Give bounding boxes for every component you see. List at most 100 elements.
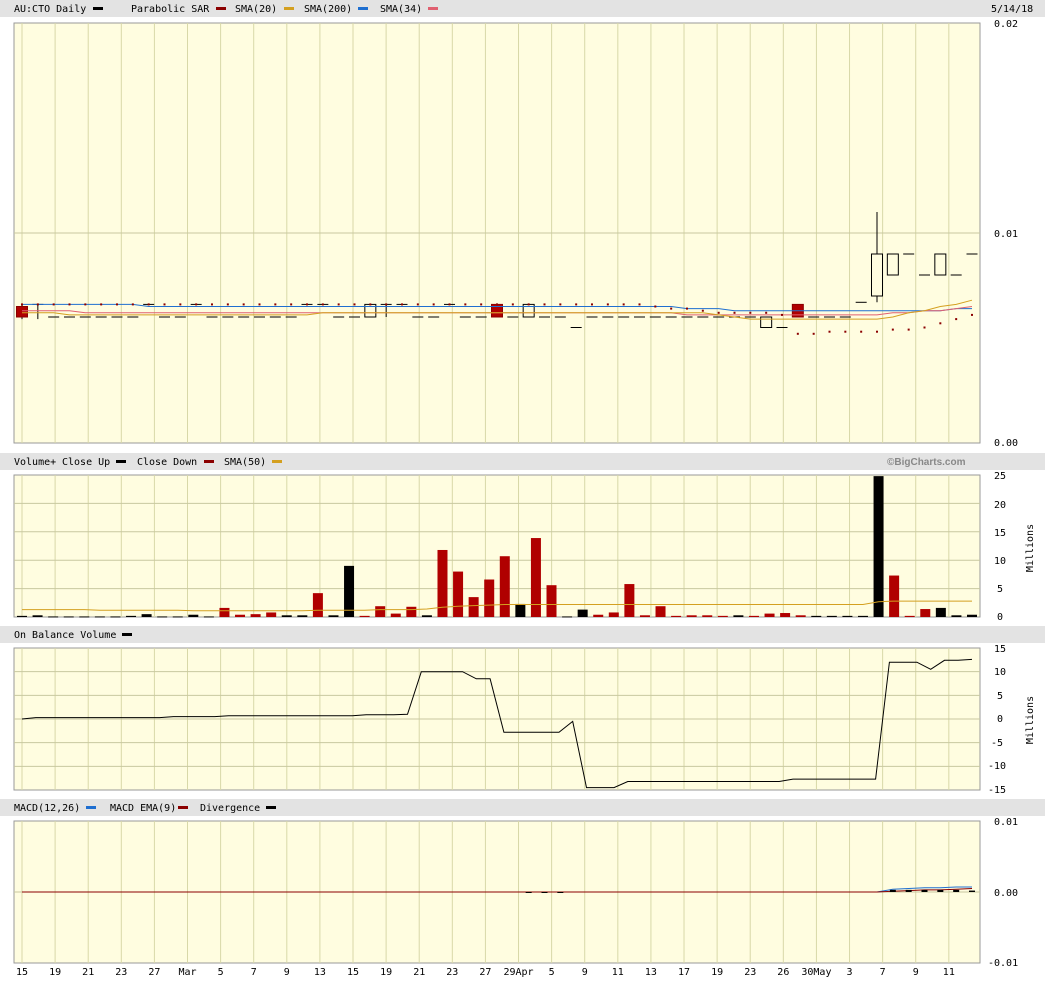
legend-sma20-swatch xyxy=(284,7,294,10)
sar-dot xyxy=(496,303,498,306)
volume-bar-down xyxy=(359,615,370,617)
x-tick-label: 9 xyxy=(913,967,919,978)
sar-dot xyxy=(907,328,910,331)
x-tick-label: 21 xyxy=(82,967,94,978)
volume-bar-up xyxy=(328,615,339,617)
volume-bar-down xyxy=(904,615,915,617)
candle-up xyxy=(886,253,899,276)
volume-bar-up xyxy=(577,609,588,617)
obv-ytick-10: 10 xyxy=(994,667,1006,678)
vol-ytick-25: 25 xyxy=(994,471,1006,482)
volume-bar-up xyxy=(281,615,292,617)
volume-bar-down xyxy=(608,612,619,617)
sar-dot xyxy=(844,330,847,333)
obv-ytick-5: 5 xyxy=(997,691,1003,702)
volume-bar-up xyxy=(157,616,168,618)
sar-dot xyxy=(369,303,372,306)
sar-dot xyxy=(955,318,958,321)
candle-up xyxy=(934,253,947,276)
vol-legend-closeup-label: Close Up xyxy=(62,457,110,468)
sar-dot xyxy=(622,303,625,306)
bigcharts-credit: ©BigCharts.com xyxy=(887,457,966,468)
price-ytick-2: 0.00 xyxy=(994,438,1018,449)
divergence-legend-label: Divergence xyxy=(200,803,260,814)
volume-bar-down xyxy=(312,593,323,617)
sar-dot xyxy=(717,311,720,314)
x-tick-label: Mar xyxy=(178,967,196,978)
obv-unit-label: Millions xyxy=(1025,696,1036,744)
vol-legend-sma50-swatch xyxy=(272,460,282,463)
volume-bar-down xyxy=(250,614,261,617)
legend-sma200-label: SMA(200) xyxy=(304,4,352,15)
volume-bar-down xyxy=(920,609,931,617)
sar-dot xyxy=(36,303,39,306)
sar-dot xyxy=(163,303,166,306)
sar-dot xyxy=(654,305,657,308)
sar-dot xyxy=(733,311,736,314)
sar-dot xyxy=(337,303,340,306)
volume-bar-up xyxy=(935,607,946,617)
sar-dot xyxy=(68,303,71,306)
x-tick-label: 19 xyxy=(380,967,392,978)
volume-bar-down xyxy=(266,612,277,617)
sar-dot xyxy=(464,303,467,306)
sar-dot xyxy=(701,309,704,312)
x-tick-label: 7 xyxy=(251,967,257,978)
x-tick-label: 3 xyxy=(847,967,853,978)
sar-dot xyxy=(147,303,150,306)
sar-dot xyxy=(226,303,229,306)
volume-bar-down xyxy=(219,607,230,617)
volume-bar-up xyxy=(203,616,214,618)
vol-legend-label: Volume+ xyxy=(14,457,56,468)
x-tick-label: 27 xyxy=(148,967,160,978)
volume-bar-down xyxy=(624,584,635,617)
price-ytick-1: 0.01 xyxy=(994,229,1018,240)
sar-dot xyxy=(511,303,514,306)
x-tick-label: 15 xyxy=(347,967,359,978)
macd-legend-swatch xyxy=(86,806,96,809)
volume-bar-up xyxy=(126,615,137,617)
volume-bar-up xyxy=(188,614,199,617)
candle-down xyxy=(16,306,28,318)
volume-bar-down xyxy=(748,615,759,617)
volume-bar-up xyxy=(967,614,977,617)
sar-dot xyxy=(812,332,815,335)
obv-header-bar xyxy=(0,626,1045,643)
sar-dot xyxy=(686,307,688,310)
volume-plot-area xyxy=(13,474,981,618)
obv-legend-swatch xyxy=(122,633,132,636)
candle-up xyxy=(760,316,773,328)
volume-bar-up xyxy=(141,614,152,617)
obv-ytick-15: 15 xyxy=(994,644,1006,655)
x-tick-label: 23 xyxy=(744,967,756,978)
x-tick-label: 13 xyxy=(645,967,657,978)
sar-dot xyxy=(670,307,673,310)
macd-ytick-2: -0.01 xyxy=(988,958,1018,969)
volume-bar-down xyxy=(686,615,697,617)
vol-ytick-0: 0 xyxy=(997,612,1003,623)
volume-bar-down xyxy=(795,615,806,617)
symbol-label: AU:CTO Daily xyxy=(14,4,86,15)
volume-bar-down xyxy=(717,615,728,617)
x-axis-tick-labels: 15 19 21 23 27 Mar 5 7 9 13 15 19 21 23 27 29Apr 5 9 11 13 1… xyxy=(16,967,955,978)
volume-bar-up xyxy=(110,616,121,618)
volume-bar-up xyxy=(32,615,43,617)
sar-dot xyxy=(559,303,562,306)
volume-bar-down xyxy=(530,538,541,617)
volume-bar-down xyxy=(390,613,401,617)
legend-sma34-label: SMA(34) xyxy=(380,4,422,15)
sar-dot xyxy=(100,303,103,306)
sar-dot xyxy=(781,313,783,316)
sar-dot xyxy=(321,303,324,306)
volume-bar-down xyxy=(671,615,682,617)
sar-dot xyxy=(116,303,118,306)
volume-bar-up xyxy=(79,616,90,618)
sar-dot xyxy=(891,328,894,331)
sar-dot xyxy=(543,303,546,306)
x-tick-label: 27 xyxy=(479,967,491,978)
legend-sar-swatch xyxy=(216,7,226,10)
divergence-bar xyxy=(905,889,912,892)
volume-bar-down xyxy=(484,579,495,617)
x-tick-label: 26 xyxy=(777,967,789,978)
divergence-bar xyxy=(953,889,960,892)
